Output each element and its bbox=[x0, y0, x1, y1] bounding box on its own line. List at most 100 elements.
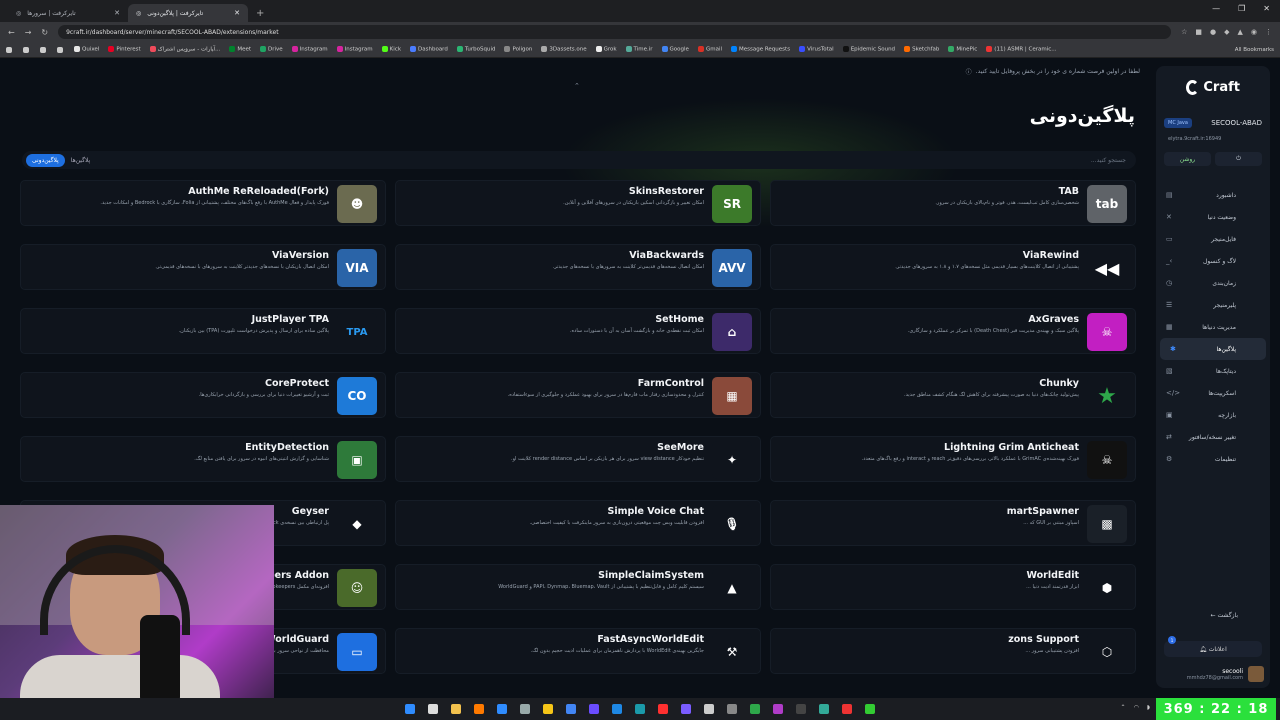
taskbar-app-icon[interactable] bbox=[474, 704, 484, 714]
bookmark-item[interactable]: 3Dassets.one bbox=[541, 46, 587, 53]
taskbar-app-icon[interactable] bbox=[704, 704, 714, 714]
bookmark-item[interactable]: Time.ir bbox=[625, 46, 653, 53]
plugin-card[interactable]: CO CoreProtect ثبت و آرشیو تغییرات دنیا بر… bbox=[20, 372, 386, 418]
taskbar-app-icon[interactable] bbox=[750, 704, 760, 714]
plugin-card[interactable]: AVV ViaBackwards امکان اتصال نسخه‌های قدیم… bbox=[395, 244, 761, 290]
taskbar-app-icon[interactable] bbox=[566, 704, 576, 714]
server-address[interactable]: elytra.9craft.ir:16949 bbox=[1168, 136, 1221, 142]
user-profile[interactable]: secooli mmhdz78@gmail.com bbox=[1187, 666, 1264, 682]
sidebar-item-settings[interactable]: ⚙ تنظیمات bbox=[1156, 448, 1270, 470]
plugin-card[interactable]: ▩ martSpawner اسپاوز مبتنی بر GUI که ... bbox=[770, 500, 1136, 546]
tab-pluginduni[interactable]: پلاگین‌دونی bbox=[26, 153, 65, 167]
bookmark-item[interactable]: (11) ASMR | Ceramic... bbox=[986, 46, 1057, 53]
bookmark-item[interactable]: آپارات - سرویس اشتراک... bbox=[149, 46, 220, 53]
sidebar-item-folder[interactable]: ▭ فایل‌منیجر bbox=[1156, 228, 1270, 250]
bookmark-item[interactable]: MinePic bbox=[948, 46, 977, 53]
bookmark-item[interactable]: Google bbox=[661, 46, 689, 53]
plugin-card[interactable]: TPA JustPlayer TPA پلاگین ساده برای ارسال … bbox=[20, 308, 386, 354]
wifi-icon[interactable]: ◠ bbox=[1134, 704, 1139, 711]
close-icon[interactable]: ✕ bbox=[114, 9, 120, 17]
plugin-card[interactable]: ▣ EntityDetection شناسایی و گزارش انتیتی‌ه… bbox=[20, 436, 386, 482]
sidebar-item-worlds[interactable]: ▦ مدیریت دنیاها bbox=[1156, 316, 1270, 338]
sidebar-item-script[interactable]: </> اسکریپت‌ها bbox=[1156, 382, 1270, 404]
sidebar-item-players[interactable]: ☰ پلیرمنیجر bbox=[1156, 294, 1270, 316]
sidebar-item-plugin[interactable]: ✱ پلاگین‌ها bbox=[1160, 338, 1266, 360]
tray-icon[interactable]: ⌃ bbox=[1121, 704, 1126, 711]
plugin-card[interactable]: VIA ViaVersion امکان اتصال بازیکنان با نسخ… bbox=[20, 244, 386, 290]
plugin-card[interactable]: ⚒ FastAsyncWorldEdit جایگزین بهینه‌ی World… bbox=[395, 628, 761, 674]
bookmark-item[interactable]: Gmail bbox=[697, 46, 722, 53]
bookmark-item[interactable]: Instagram bbox=[291, 46, 328, 53]
taskbar-app-icon[interactable] bbox=[543, 704, 553, 714]
taskbar-app-icon[interactable] bbox=[520, 704, 530, 714]
taskbar-app-icon[interactable] bbox=[681, 704, 691, 714]
taskbar-app-icon[interactable] bbox=[589, 704, 599, 714]
bookmark-item[interactable]: Meet bbox=[229, 46, 251, 53]
taskbar-app-icon[interactable] bbox=[612, 704, 622, 714]
plugin-card[interactable]: ▲ SimpleClaimSystem سیستم کلیم کامل و قابل… bbox=[395, 564, 761, 610]
bookmark-item[interactable]: Pinterest bbox=[108, 46, 141, 53]
bookmark-item[interactable]: Quixel bbox=[74, 46, 99, 53]
taskbar-app-icon[interactable] bbox=[635, 704, 645, 714]
plugin-card[interactable]: ⌂ SetHome امکان ثبت نقطه‌ی خانه و بازگشت آ… bbox=[395, 308, 761, 354]
bookmark-item[interactable]: TurboSquid bbox=[456, 46, 495, 53]
taskbar-app-icon[interactable] bbox=[796, 704, 806, 714]
bookmark-app-icon[interactable] bbox=[57, 46, 63, 53]
bookmark-item[interactable]: Message Requests bbox=[731, 46, 790, 53]
browser-tab-servers[interactable]: ◎ تایرکرفت | سرورها ✕ bbox=[8, 4, 128, 22]
close-window-icon[interactable]: ✕ bbox=[1263, 4, 1270, 13]
bookmark-app-icon[interactable] bbox=[40, 46, 46, 53]
all-bookmarks-button[interactable]: All Bookmarks bbox=[1235, 47, 1274, 53]
sidebar-item-console[interactable]: ›_ لاگ و کنسول bbox=[1156, 250, 1270, 272]
plugin-card[interactable]: SR SkinsRestorer امکان تغییر و بازگردانی ا… bbox=[395, 180, 761, 226]
plugin-card[interactable]: ★ Chunky پیش‌تولید چانک‌های دنیا به صورت پ… bbox=[770, 372, 1136, 418]
bookmark-item[interactable]: Drive bbox=[260, 46, 283, 53]
forward-arrow-icon[interactable]: → bbox=[25, 28, 32, 37]
plugin-card[interactable]: 🎙︎ Simple Voice Chat افزودن قابلیت ویس چت … bbox=[395, 500, 761, 546]
plugin-card[interactable]: ☠ AxGraves پلاگین سبک و بهینه‌ی مدیریت قبر… bbox=[770, 308, 1136, 354]
notifications-button[interactable]: 1 🔔︎ اعلانات bbox=[1164, 636, 1262, 657]
plugin-card[interactable]: tab TAB شخصی‌سازی کامل تب‌لیست، هدر، فوتر … bbox=[770, 180, 1136, 226]
browser-tab-pluginduni[interactable]: ◎ تایرکرفت | پلاگین‌دونی ✕ bbox=[128, 4, 248, 22]
reload-icon[interactable]: ↻ bbox=[41, 28, 48, 37]
plugin-card[interactable]: ⬡ zons Support افزودن پشتیبانی سرور ... bbox=[770, 628, 1136, 674]
extension-icon[interactable]: ■ bbox=[1195, 28, 1202, 36]
taskbar-app-icon[interactable] bbox=[405, 704, 415, 714]
taskbar-app-icon[interactable] bbox=[773, 704, 783, 714]
back-button[interactable]: بازگشت ← bbox=[1211, 612, 1238, 619]
power-button[interactable]: ⏻ bbox=[1215, 152, 1262, 166]
sidebar-item-datapack[interactable]: ▧ دیتاپک‌ها bbox=[1156, 360, 1270, 382]
plugin-card[interactable]: ⬢ WorldEdit ابزار قدرتمند ادیت دنیا ... bbox=[770, 564, 1136, 610]
plugin-card[interactable]: ✦ SeeMore تنظیم خودکار view distance سرور … bbox=[395, 436, 761, 482]
taskbar-app-icon[interactable] bbox=[819, 704, 829, 714]
minimize-icon[interactable]: — bbox=[1212, 4, 1220, 13]
tab-plugins[interactable]: پلاگین‌ها bbox=[65, 154, 96, 167]
extension-icon[interactable]: ● bbox=[1210, 28, 1216, 36]
maximize-icon[interactable]: ❐ bbox=[1238, 4, 1245, 13]
bookmark-item[interactable]: Sketchfab bbox=[904, 46, 939, 53]
profile-icon[interactable]: ◉ bbox=[1251, 28, 1257, 36]
new-tab-button[interactable]: + bbox=[248, 4, 272, 22]
back-arrow-icon[interactable]: ← bbox=[8, 28, 15, 37]
bookmark-item[interactable]: Poligon bbox=[504, 46, 532, 53]
plugin-card[interactable]: ☠ Lightning Grim Anticheat فورک بهینه‌شده‌… bbox=[770, 436, 1136, 482]
bookmark-item[interactable]: Dashboard bbox=[410, 46, 448, 53]
taskbar-app-icon[interactable] bbox=[865, 704, 875, 714]
taskbar-app-icon[interactable] bbox=[428, 704, 438, 714]
taskbar-app-icon[interactable] bbox=[497, 704, 507, 714]
sidebar-item-clock[interactable]: ◷ زمان‌بندی bbox=[1156, 272, 1270, 294]
search-input[interactable]: جستجو کنید... bbox=[1091, 157, 1132, 164]
taskbar-app-icon[interactable] bbox=[842, 704, 852, 714]
bookmark-item[interactable]: Instagram bbox=[336, 46, 373, 53]
bookmark-app-icon[interactable] bbox=[23, 46, 29, 53]
bookmark-item[interactable]: Grok bbox=[595, 46, 617, 53]
extension-icon[interactable]: ▲ bbox=[1238, 28, 1243, 36]
volume-icon[interactable]: ◗ bbox=[1147, 704, 1150, 711]
sidebar-item-shop[interactable]: ▣ بازارچه bbox=[1156, 404, 1270, 426]
close-icon[interactable]: ✕ bbox=[234, 9, 240, 17]
plugin-card[interactable]: ◀◀ ViaRewind پشتیبانی از اتصال کلاینت‌های … bbox=[770, 244, 1136, 290]
plugin-card[interactable]: ☻ AuthMe ReReloaded(Fork) فورک پایدار و فع… bbox=[20, 180, 386, 226]
brand-logo[interactable]: Craft bbox=[1186, 80, 1240, 95]
collapse-caret-icon[interactable]: ⌃ bbox=[574, 82, 580, 90]
bookmark-item[interactable]: VirusTotal bbox=[799, 46, 834, 53]
